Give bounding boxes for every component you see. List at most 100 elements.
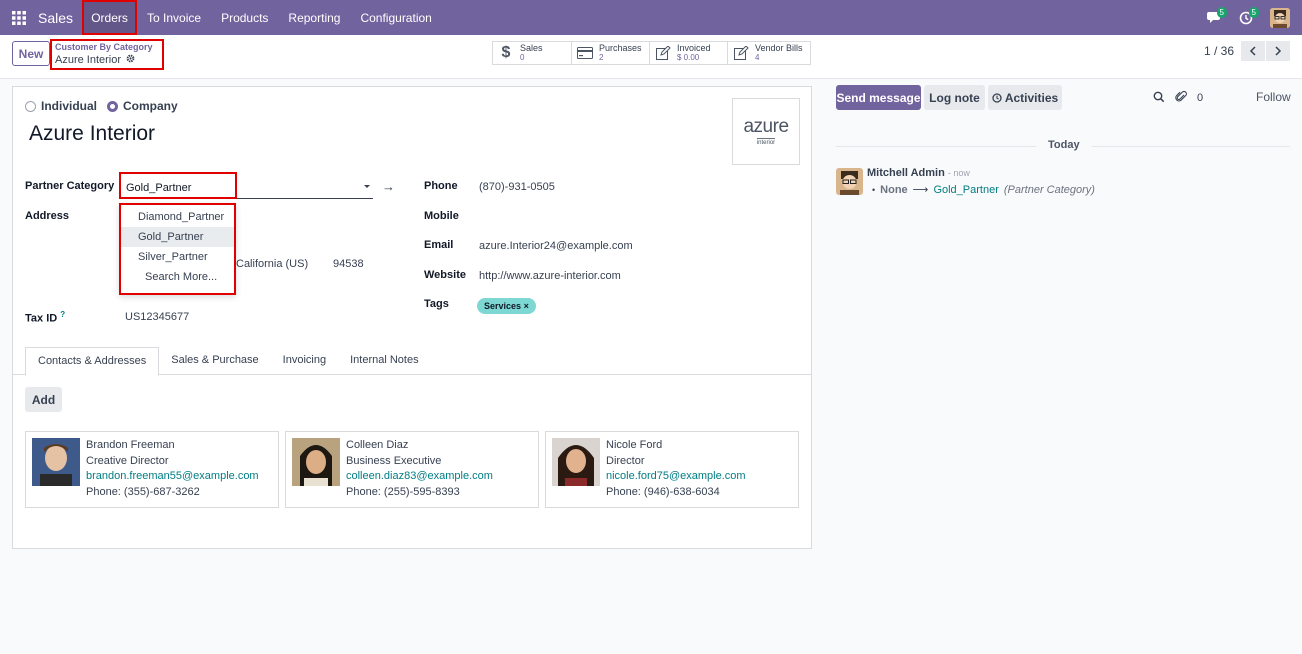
website-label: Website bbox=[424, 269, 466, 281]
dropdown-option-gold[interactable]: Gold_Partner bbox=[121, 227, 234, 247]
date-separator-label: Today bbox=[1036, 139, 1092, 151]
menu-reporting[interactable]: Reporting bbox=[278, 0, 350, 35]
individual-radio-label[interactable]: Individual bbox=[41, 99, 97, 113]
breadcrumb-current-label: Azure Interior bbox=[55, 54, 122, 66]
partner-logo[interactable]: azure interior bbox=[732, 98, 800, 165]
edit-icon bbox=[733, 46, 749, 60]
breadcrumb-parent-link[interactable]: Customer By Category bbox=[55, 42, 159, 53]
bullet-icon: • bbox=[872, 184, 876, 195]
activities-button-label: Activities bbox=[1004, 90, 1059, 105]
vendor-bills-smart-button[interactable]: Vendor Bills 4 bbox=[728, 42, 810, 64]
top-navbar: Sales Orders To Invoice Products Reporti… bbox=[0, 0, 1302, 35]
dropdown-option-diamond[interactable]: Diamond_Partner bbox=[121, 207, 234, 227]
contact-card[interactable]: Nicole Ford Director nicole.ford75@examp… bbox=[545, 431, 799, 508]
tag-label: Services bbox=[484, 301, 522, 311]
purchases-smart-button[interactable]: Purchases 2 bbox=[572, 42, 650, 64]
purchases-smart-label: Purchases bbox=[599, 43, 642, 53]
navbar-systray: 5 5 bbox=[1198, 0, 1302, 35]
partner-category-field[interactable]: Gold_Partner bbox=[119, 172, 373, 199]
tab-invoicing[interactable]: Invoicing bbox=[271, 347, 338, 375]
messages-icon[interactable]: 5 bbox=[1198, 0, 1230, 35]
activities-clock-icon[interactable]: 5 bbox=[1230, 0, 1262, 35]
log-note-button[interactable]: Log note bbox=[924, 85, 985, 110]
email-field[interactable]: azure.Interior24@example.com bbox=[479, 240, 633, 252]
add-contact-button[interactable]: Add bbox=[25, 387, 62, 412]
tax-id-label: Tax ID ? bbox=[25, 310, 65, 325]
phone-field[interactable]: (870)-931-0505 bbox=[479, 181, 555, 193]
search-icon[interactable] bbox=[1153, 91, 1165, 106]
contact-card[interactable]: Colleen Diaz Business Executive colleen.… bbox=[285, 431, 539, 508]
tab-internal-notes[interactable]: Internal Notes bbox=[338, 347, 430, 375]
company-radio[interactable] bbox=[107, 100, 119, 112]
dropdown-search-more[interactable]: Search More... bbox=[121, 267, 234, 287]
activities-button[interactable]: Activities bbox=[988, 85, 1062, 110]
breadcrumb-current: Azure Interior bbox=[55, 53, 159, 67]
chatter-tools: 0 bbox=[1153, 90, 1203, 106]
partner-category-input[interactable]: Gold_Partner bbox=[119, 172, 237, 199]
address-state-field[interactable]: California (US) bbox=[236, 258, 308, 270]
invoiced-smart-button[interactable]: Invoiced $ 0.00 bbox=[650, 42, 728, 64]
tags-label: Tags bbox=[424, 298, 449, 310]
phone-label: Phone bbox=[424, 180, 458, 192]
message-author-name[interactable]: Mitchell Admin bbox=[867, 167, 945, 179]
tax-id-help-icon[interactable]: ? bbox=[60, 310, 65, 319]
app-name[interactable]: Sales bbox=[38, 10, 73, 26]
mobile-label: Mobile bbox=[424, 210, 459, 222]
tag-badge[interactable]: Services × bbox=[477, 298, 536, 314]
menu-configuration[interactable]: Configuration bbox=[350, 0, 441, 35]
send-message-button[interactable]: Send message bbox=[836, 85, 921, 110]
contact-title: Business Executive bbox=[346, 454, 442, 467]
tax-id-field[interactable]: US12345677 bbox=[125, 311, 189, 323]
website-field[interactable]: http://www.azure-interior.com bbox=[479, 270, 621, 282]
arrow-right-icon[interactable]: → bbox=[382, 179, 395, 194]
apps-menu-icon[interactable] bbox=[0, 0, 38, 35]
breadcrumb: Customer By Category Azure Interior bbox=[50, 39, 164, 70]
sales-smart-label: Sales bbox=[520, 43, 543, 53]
paperclip-icon[interactable] bbox=[1175, 90, 1187, 106]
arrow-right-icon: ⟶ bbox=[912, 184, 929, 196]
message-time: - now bbox=[947, 168, 970, 178]
caret-down-icon[interactable] bbox=[364, 185, 370, 188]
contact-avatar bbox=[292, 438, 340, 486]
vendor-bills-smart-value: 4 bbox=[755, 53, 760, 62]
new-button[interactable]: New bbox=[12, 41, 50, 66]
tab-contacts-addresses[interactable]: Contacts & Addresses bbox=[25, 347, 160, 376]
tag-remove-icon[interactable]: × bbox=[524, 301, 529, 311]
company-radio-label[interactable]: Company bbox=[123, 99, 178, 113]
chevron-left-icon bbox=[1249, 46, 1256, 56]
dropdown-option-silver[interactable]: Silver_Partner bbox=[121, 247, 234, 267]
menu-products[interactable]: Products bbox=[211, 0, 278, 35]
user-avatar[interactable] bbox=[1270, 7, 1290, 28]
clock-icon bbox=[992, 92, 1002, 103]
partner-category-dropdown: Diamond_Partner Gold_Partner Silver_Part… bbox=[119, 203, 236, 295]
follow-button[interactable]: Follow bbox=[1256, 90, 1291, 104]
contact-phone: Phone: (255)-595-8393 bbox=[346, 485, 460, 498]
partner-name-field[interactable]: Azure Interior bbox=[29, 122, 155, 146]
pager-previous-button[interactable] bbox=[1241, 41, 1265, 61]
sales-smart-button[interactable]: $ Sales 0 bbox=[493, 42, 572, 64]
contact-card[interactable]: Brandon Freeman Creative Director brando… bbox=[25, 431, 279, 508]
tab-sales-purchase[interactable]: Sales & Purchase bbox=[159, 347, 270, 375]
partner-category-label: Partner Category bbox=[25, 180, 115, 192]
contact-email[interactable]: brandon.freeman55@example.com bbox=[86, 469, 259, 485]
invoiced-smart-label: Invoiced bbox=[677, 43, 711, 53]
contact-avatar bbox=[552, 438, 600, 486]
tracking-new-value: Gold_Partner bbox=[933, 183, 999, 196]
menu-orders[interactable]: Orders bbox=[82, 0, 138, 35]
tax-id-label-text: Tax ID bbox=[25, 312, 58, 325]
company-type-radio: Individual Company bbox=[25, 99, 188, 113]
tracking-value: • None ⟶ Gold_Partner (Partner Category) bbox=[872, 183, 1095, 197]
pager-value[interactable]: 1 / 36 bbox=[1204, 44, 1234, 58]
pager-next-button[interactable] bbox=[1266, 41, 1290, 61]
contact-email[interactable]: colleen.diaz83@example.com bbox=[346, 469, 493, 485]
gear-icon[interactable] bbox=[126, 53, 135, 67]
menu-to-invoice[interactable]: To Invoice bbox=[137, 0, 211, 35]
contact-email[interactable]: nicole.ford75@example.com bbox=[606, 469, 746, 485]
contact-name: Brandon Freeman bbox=[86, 439, 175, 451]
smart-buttons: $ Sales 0 Purchases 2 Invoiced $ 0.00 Vendo… bbox=[492, 41, 811, 65]
attachments-count[interactable]: 0 bbox=[1197, 92, 1203, 104]
message-author-avatar[interactable] bbox=[836, 168, 863, 195]
address-zip-field[interactable]: 94538 bbox=[333, 258, 364, 270]
credit-card-icon bbox=[577, 47, 593, 59]
individual-radio[interactable] bbox=[25, 100, 36, 112]
